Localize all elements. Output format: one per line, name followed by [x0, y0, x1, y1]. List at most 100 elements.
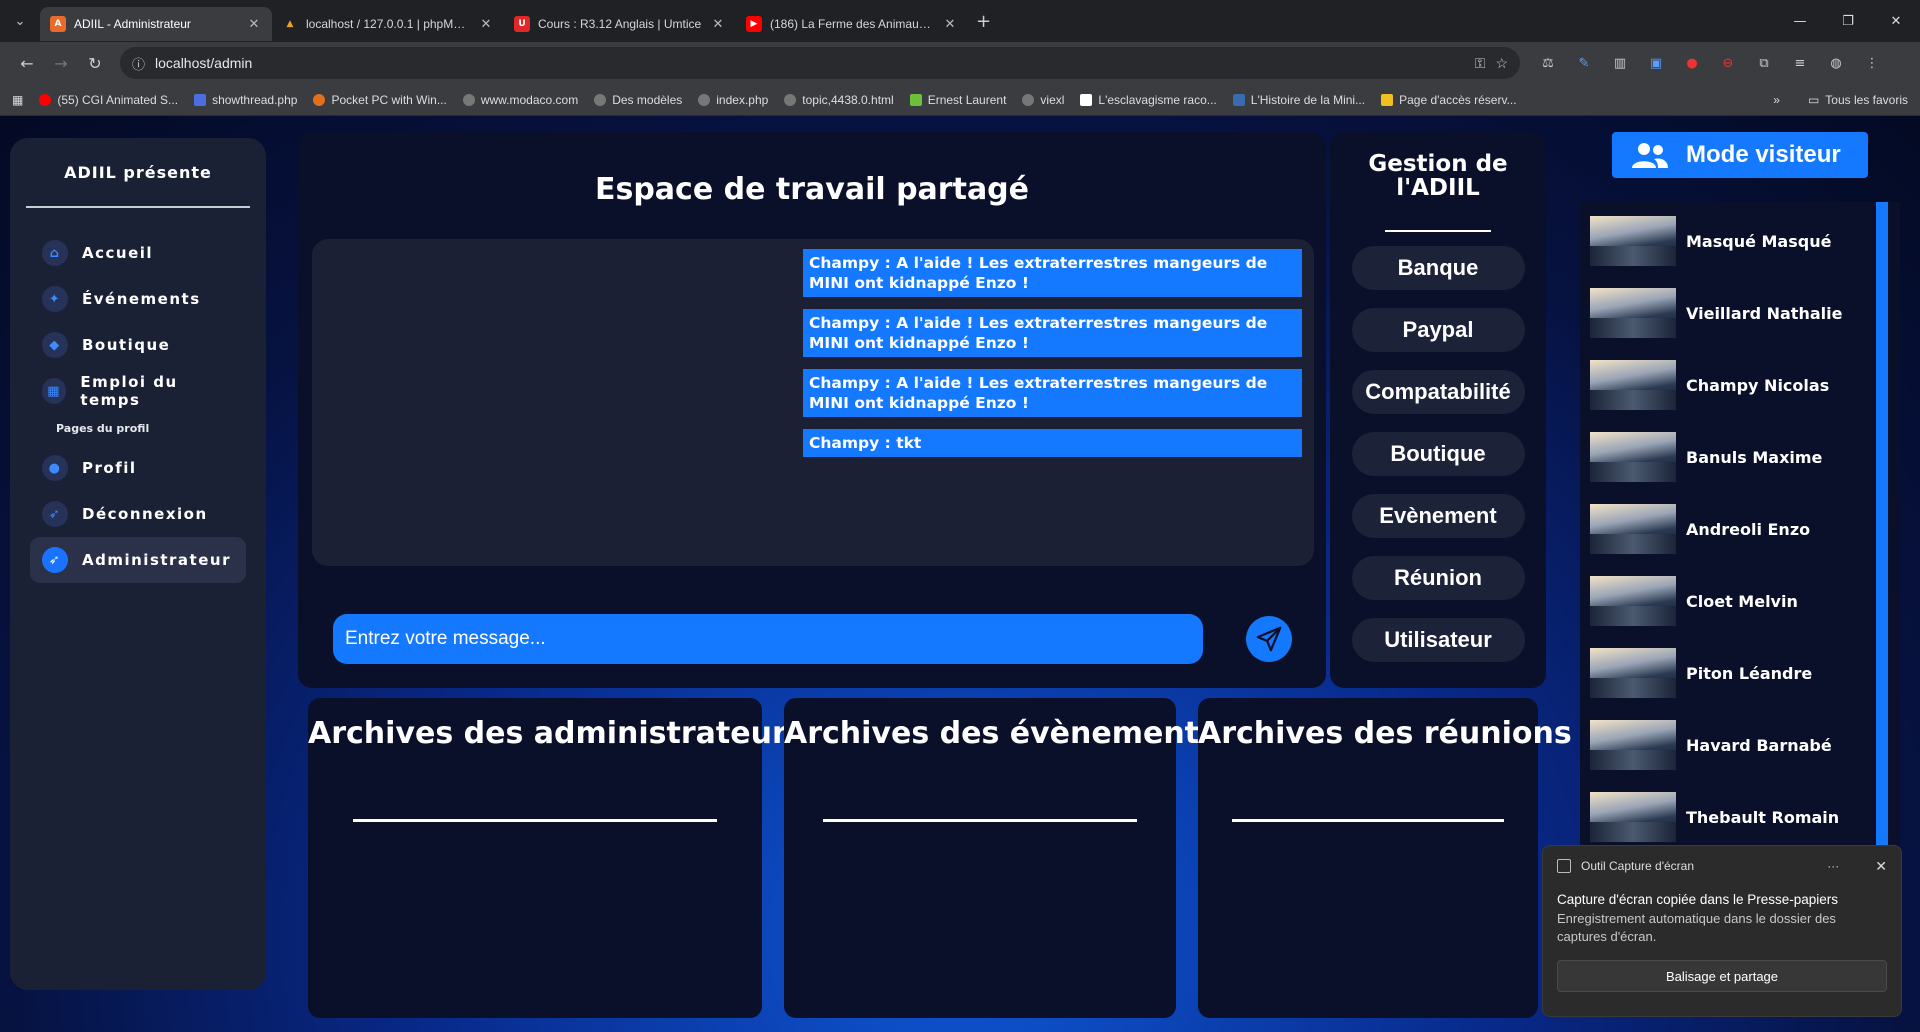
bookmark-item[interactable]: Ernest Laurent: [909, 93, 1006, 107]
message-input[interactable]: [345, 628, 1191, 650]
globe-icon: [594, 93, 607, 106]
workspace-title: Espace de travail partagé: [594, 172, 1030, 207]
bookmark-item[interactable]: L'Histoire de la Mini...: [1232, 93, 1365, 107]
shop-icon: ◆: [42, 332, 68, 358]
sidebar-item-administrateur[interactable]: ➶ Administrateur: [30, 537, 246, 583]
chat-message: Champy : A l'aide ! Les extraterrestres …: [803, 249, 1302, 297]
archive-title: Archives des réunions: [1198, 716, 1572, 751]
member-item[interactable]: Banuls Maxime: [1590, 432, 1822, 482]
profile-avatar-icon[interactable]: ◍: [1824, 56, 1848, 71]
sidebar-item-accueil[interactable]: ⌂ Accueil: [30, 230, 246, 276]
member-item[interactable]: Andreoli Enzo: [1590, 504, 1810, 554]
avatar: [1590, 216, 1676, 266]
more-bookmarks-icon[interactable]: »: [1773, 93, 1780, 107]
paypal-button[interactable]: Paypal: [1351, 308, 1525, 352]
send-button[interactable]: [1246, 616, 1292, 662]
browser-tabstrip: ⌄ A ADIIL - Administrateur ✕ ▲ localhost…: [0, 0, 1920, 42]
forward-icon[interactable]: →: [44, 54, 78, 73]
archive-evenements: Archives des évènements: [784, 698, 1217, 1018]
tab-close-icon[interactable]: ✕: [710, 17, 726, 32]
evenement-button[interactable]: Evènement: [1351, 494, 1525, 538]
more-options-icon[interactable]: ···: [1827, 859, 1839, 873]
markup-share-button[interactable]: Balisage et partage: [1557, 960, 1887, 992]
sidebar-item-deconnexion[interactable]: ➶ Déconnexion: [30, 491, 246, 537]
utilisateur-button[interactable]: Utilisateur: [1351, 618, 1525, 662]
bookmark-item[interactable]: (55) CGI Animated S...: [39, 93, 178, 107]
password-key-icon[interactable]: ⚿: [1475, 55, 1486, 72]
banque-button[interactable]: Banque: [1351, 246, 1525, 290]
tab-close-icon[interactable]: ✕: [942, 17, 958, 32]
window-controls: — ❐ ✕: [1776, 0, 1920, 42]
tab-close-icon[interactable]: ✕: [246, 17, 262, 32]
bookmark-item[interactable]: Page d'accès réserv...: [1381, 93, 1517, 107]
visitor-mode-button[interactable]: Mode visiteur: [1612, 132, 1868, 178]
back-icon[interactable]: ←: [10, 54, 44, 73]
sidebar-item-boutique[interactable]: ◆ Boutique: [30, 322, 246, 368]
bookmark-item[interactable]: topic,4438.0.html: [784, 93, 894, 107]
bookmark-item[interactable]: viexl: [1022, 93, 1064, 107]
browser-tab-3[interactable]: ▶ (186) La Ferme des Animaux (1954) ✕: [736, 7, 968, 41]
extension-icon[interactable]: ●: [1680, 56, 1704, 71]
address-bar[interactable]: ⓘ localhost/admin ⚿ ☆: [120, 47, 1520, 79]
compatabilite-button[interactable]: Compatabilité: [1351, 370, 1525, 414]
minimize-icon[interactable]: —: [1776, 0, 1824, 42]
sidebar-item-evenements[interactable]: ✦ Événements: [30, 276, 246, 322]
all-bookmarks[interactable]: ▭ Tous les favoris: [1808, 93, 1908, 107]
close-icon[interactable]: ✕: [1875, 858, 1887, 875]
gestion-title: Gestion de l'ADIIL: [1368, 151, 1508, 201]
extension-icon[interactable]: ⊖: [1716, 56, 1740, 71]
member-item[interactable]: Masqué Masqué: [1590, 216, 1831, 266]
archive-title: Archives des évènements: [784, 716, 1217, 751]
extension-icon[interactable]: ✎: [1572, 56, 1596, 71]
member-item[interactable]: Havard Barnabé: [1590, 720, 1832, 770]
bookmarks-bar: ▦ (55) CGI Animated S... showthread.php …: [0, 84, 1920, 116]
restore-icon[interactable]: ❐: [1824, 0, 1872, 42]
sidebar-item-profil[interactable]: ● Profil: [30, 445, 246, 491]
reunion-button[interactable]: Réunion: [1351, 556, 1525, 600]
bookmark-item[interactable]: L'esclavagisme raco...: [1080, 93, 1217, 107]
extension-icon[interactable]: ▥: [1608, 56, 1632, 71]
globe-icon: [698, 93, 711, 106]
tab-search-icon[interactable]: ⌄: [0, 0, 40, 42]
bookmark-item[interactable]: Pocket PC with Win...: [313, 93, 447, 107]
boutique-button[interactable]: Boutique: [1351, 432, 1525, 476]
browser-menu-icon[interactable]: ⋮: [1860, 56, 1884, 71]
reload-icon[interactable]: ↻: [78, 54, 112, 73]
new-tab-icon[interactable]: +: [976, 11, 991, 32]
logout-icon: ➶: [42, 501, 68, 527]
brand-logo[interactable]: ADIIL présente: [10, 138, 266, 206]
sidebar-item-emploi-du-temps[interactable]: ▦ Emploi du temps: [30, 368, 246, 414]
member-item[interactable]: Thebault Romain: [1590, 792, 1839, 842]
chat-message: Champy : A l'aide ! Les extraterrestres …: [803, 309, 1302, 357]
member-item[interactable]: Piton Léandre: [1590, 648, 1812, 698]
home-icon: ⌂: [42, 240, 68, 266]
toast-app-name: Outil Capture d'écran: [1581, 859, 1695, 873]
site-icon: [1080, 93, 1093, 106]
umtice-favicon-icon: U: [514, 16, 530, 32]
member-item[interactable]: Champy Nicolas: [1590, 360, 1829, 410]
extension-icon[interactable]: ▣: [1644, 56, 1668, 71]
toast-header: Outil Capture d'écran ··· ✕: [1543, 846, 1901, 886]
extension-icon[interactable]: ⚖: [1536, 56, 1560, 71]
site-info-icon[interactable]: ⓘ: [132, 54, 145, 73]
member-item[interactable]: Cloet Melvin: [1590, 576, 1798, 626]
tab-close-icon[interactable]: ✕: [478, 17, 494, 32]
bookmark-item[interactable]: www.modaco.com: [462, 93, 578, 107]
bookmark-star-icon[interactable]: ☆: [1495, 55, 1508, 72]
bookmark-item[interactable]: Des modèles: [594, 93, 682, 107]
browser-tab-2[interactable]: U Cours : R3.12 Anglais | Umtice ✕: [504, 7, 736, 41]
snipping-tool-icon: [1557, 859, 1571, 873]
bookmark-item[interactable]: index.php: [698, 93, 768, 107]
pocketpc-icon: [313, 93, 326, 106]
bookmark-item[interactable]: showthread.php: [194, 93, 297, 107]
reading-list-icon[interactable]: ≡: [1788, 56, 1812, 71]
browser-tab-0[interactable]: A ADIIL - Administrateur ✕: [40, 7, 272, 41]
toast-body: Capture d'écran copiée dans le Presse-pa…: [1543, 886, 1901, 946]
folder-icon: ▭: [1807, 92, 1820, 107]
browser-tab-1[interactable]: ▲ localhost / 127.0.0.1 | phpMyAdmin ✕: [272, 7, 504, 41]
close-window-icon[interactable]: ✕: [1872, 0, 1920, 42]
apps-grid-icon[interactable]: ▦: [12, 93, 23, 107]
extensions-puzzle-icon[interactable]: ⧉: [1752, 56, 1776, 71]
chat-log[interactable]: Champy : A l'aide ! Les extraterrestres …: [312, 239, 1314, 566]
member-item[interactable]: Vieillard Nathalie: [1590, 288, 1842, 338]
